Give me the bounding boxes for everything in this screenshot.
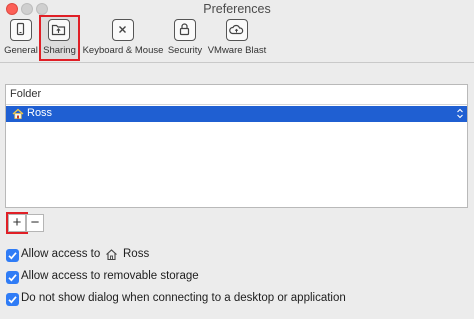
allow-access-home-checkbox[interactable] (6, 249, 19, 262)
checkmark-icon (8, 296, 17, 304)
checkmark-icon (8, 274, 17, 282)
phone-icon (10, 19, 32, 41)
folder-list-row[interactable]: Ross (6, 106, 467, 122)
shared-folder-list[interactable]: Folder Ross (5, 84, 468, 208)
home-icon (12, 108, 24, 119)
shared-folder-icon (48, 19, 70, 41)
preferences-toolbar: General Sharing Keyboard & Mouse Securit… (0, 15, 474, 62)
lock-icon (174, 19, 196, 41)
tab-vmware-blast[interactable]: VMware Blast (206, 16, 268, 60)
allow-access-home-label: Allow access to (21, 248, 101, 260)
tab-keyboard-mouse[interactable]: Keyboard & Mouse (80, 16, 166, 60)
folder-column-header-label: Folder (10, 88, 42, 100)
tab-keyboard-mouse-label: Keyboard & Mouse (82, 45, 164, 56)
tab-sharing-label: Sharing (43, 45, 76, 56)
window-title: Preferences (203, 2, 271, 16)
add-folder-button[interactable]: + (6, 212, 28, 234)
tab-sharing[interactable]: Sharing (39, 15, 80, 61)
no-dialog-checkbox[interactable] (6, 293, 19, 306)
folder-row-label: Ross (27, 107, 53, 119)
home-icon (106, 249, 117, 261)
folder-column-header[interactable]: Folder (6, 85, 467, 105)
remove-folder-button[interactable]: − (26, 214, 44, 232)
checkmark-icon (8, 252, 17, 260)
tab-general-label: General (4, 45, 38, 56)
no-dialog-option[interactable]: Do not show dialog when connecting to a … (6, 292, 466, 308)
removable-storage-label: Allow access to removable storage (21, 270, 199, 282)
tab-security[interactable]: Security (166, 16, 204, 60)
cloud-icon (226, 19, 248, 41)
allow-access-home-target: Ross (123, 248, 150, 260)
tab-general[interactable]: General (2, 16, 40, 60)
tab-security-label: Security (167, 45, 203, 56)
allow-access-home-option[interactable]: Allow access to Ross (6, 248, 206, 264)
no-dialog-label: Do not show dialog when connecting to a … (21, 292, 346, 304)
tab-vmware-blast-label: VMware Blast (207, 45, 267, 56)
chevron-updown-icon[interactable] (456, 107, 464, 120)
keyboard-icon (112, 19, 134, 41)
removable-storage-option[interactable]: Allow access to removable storage (6, 270, 266, 286)
removable-storage-checkbox[interactable] (6, 271, 19, 284)
